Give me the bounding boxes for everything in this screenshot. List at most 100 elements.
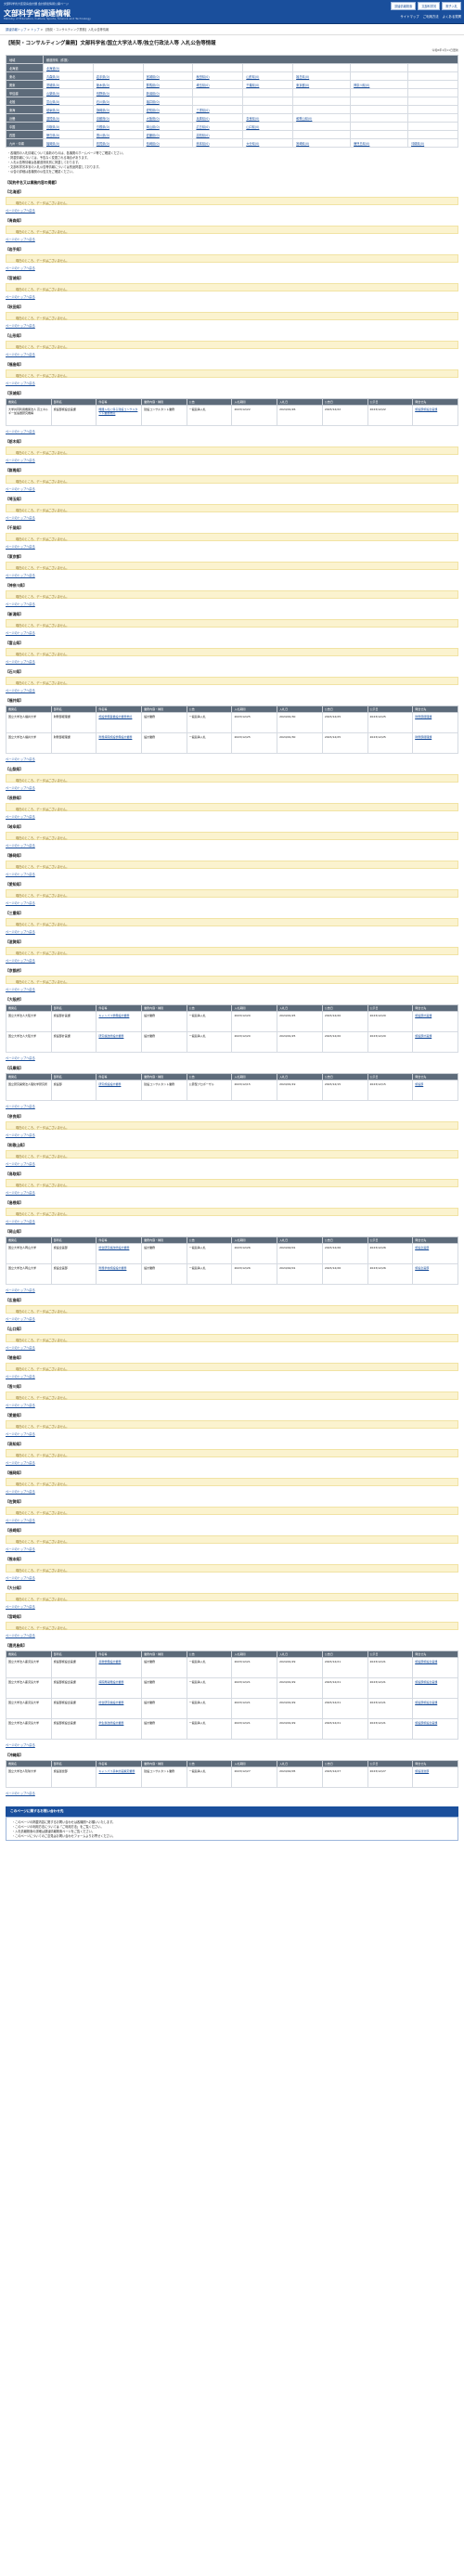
back-to-top-link[interactable]: ページのトップへ戻る — [6, 1518, 458, 1522]
result-link[interactable]: 施設部 — [412, 1080, 458, 1101]
back-to-top-link[interactable]: ページのトップへ戻る — [6, 1190, 458, 1195]
result-link[interactable]: 研究施設設計業務 — [96, 1080, 143, 1101]
result-link[interactable]: 附属病院施設整備設計業務 — [96, 732, 143, 754]
pref-link[interactable]: 島根県(0) — [92, 122, 144, 131]
back-to-top-link[interactable]: ページのトップへ戻る — [6, 757, 458, 761]
pref-link[interactable]: 静岡県(0) — [92, 105, 144, 114]
pref-link[interactable]: 愛媛県(0) — [142, 130, 194, 139]
back-to-top-link[interactable]: ページのトップへ戻る — [6, 486, 458, 491]
back-to-top-link[interactable]: ページのトップへ戻る — [6, 1316, 458, 1321]
back-to-top-link[interactable]: ページのトップへ戻る — [6, 1403, 458, 1407]
result-link[interactable]: 学生寮改修設計業務 — [96, 1718, 143, 1740]
back-to-top-link[interactable]: ページのトップへ戻る — [6, 900, 458, 905]
back-to-top-link[interactable]: ページのトップへ戻る — [6, 659, 458, 664]
result-link[interactable]: 施設企画部 — [412, 1263, 458, 1285]
pref-link[interactable]: 福井県(0) — [142, 97, 194, 106]
back-to-top-link[interactable]: ページのトップへ戻る — [6, 785, 458, 790]
result-link[interactable]: 施設部施設企画課 — [412, 1698, 458, 1719]
pref-link[interactable]: 神奈川県(0) — [350, 80, 409, 89]
nav-sitemap[interactable]: サイトマップ — [400, 14, 419, 19]
pref-link[interactable]: 宮城県(0) — [142, 71, 194, 81]
back-to-top-link[interactable]: ページのトップへ戻る — [6, 208, 458, 213]
result-link[interactable]: 附属学校施設設計業務 — [96, 1263, 143, 1285]
back-to-top-link[interactable]: ページのトップへ戻る — [6, 352, 458, 356]
pref-link[interactable]: 秋田県(0) — [192, 71, 244, 81]
pref-link[interactable]: 新潟県(0) — [142, 88, 194, 97]
pref-link[interactable]: 千葉県(0) — [242, 80, 294, 89]
pref-link[interactable]: 茨城県(0) — [43, 80, 94, 89]
pref-link[interactable]: 岐阜県(0) — [43, 105, 94, 114]
result-link[interactable]: キャンパス基本計画策定業務 — [96, 1767, 143, 1788]
pref-link[interactable]: 長崎県(0) — [142, 138, 194, 148]
back-to-top-link[interactable]: ページのトップへ戻る — [6, 872, 458, 876]
result-link[interactable]: 財務部経理課 — [412, 712, 458, 733]
back-to-top-link[interactable]: ページのトップへ戻る — [6, 1742, 458, 1747]
pref-link[interactable]: 鹿児島県(0) — [350, 138, 409, 148]
search-button[interactable]: 調達情報検索 — [391, 2, 417, 10]
pref-link[interactable]: 香川県(0) — [92, 130, 144, 139]
back-to-top-link[interactable]: ページのトップへ戻る — [6, 237, 458, 241]
result-link[interactable]: 施設部計画課 — [412, 1011, 458, 1032]
result-link[interactable]: 病院再開発設計業務 — [96, 1677, 143, 1699]
back-to-top-link[interactable]: ページのトップへ戻る — [6, 1133, 458, 1137]
result-link[interactable]: 施設部計画課 — [412, 1031, 458, 1053]
breadcrumb-home[interactable]: 調達情報トップ — [6, 28, 26, 32]
back-to-top-link[interactable]: ページのトップへ戻る — [6, 323, 458, 328]
pref-link[interactable]: 群馬県(0) — [142, 80, 194, 89]
back-to-top-link[interactable]: ページのトップへ戻る — [6, 1791, 458, 1795]
pref-link[interactable]: 奈良県(0) — [242, 113, 294, 123]
back-to-top-link[interactable]: ページのトップへ戻る — [6, 458, 458, 462]
back-to-top-link[interactable]: ページのトップへ戻る — [6, 1604, 458, 1609]
back-to-top-link[interactable]: ページのトップへ戻る — [6, 1575, 458, 1580]
pref-link[interactable]: 長野県(0) — [92, 88, 144, 97]
pref-link[interactable]: 大阪府(0) — [142, 113, 194, 123]
back-to-top-link[interactable]: ページのトップへ戻る — [6, 1633, 458, 1638]
back-to-top-link[interactable]: ページのトップへ戻る — [6, 1219, 458, 1223]
result-link[interactable]: 財務部経理課 — [412, 732, 458, 754]
pref-link[interactable]: 佐賀県(0) — [92, 138, 144, 148]
pref-link[interactable]: 東京都(0) — [292, 80, 352, 89]
pref-link[interactable]: 高知県(0) — [192, 130, 244, 139]
pref-link[interactable]: 岩手県(0) — [92, 71, 144, 81]
pref-link[interactable]: 三重県(0) — [192, 105, 244, 114]
pref-link[interactable]: 岡山県(0) — [142, 122, 194, 131]
back-to-top-link[interactable]: ページのトップへ戻る — [6, 381, 458, 385]
pref-link[interactable]: 栃木県(0) — [92, 80, 144, 89]
back-to-top-link[interactable]: ページのトップへ戻る — [6, 1547, 458, 1551]
pref-link[interactable]: 山形県(0) — [242, 71, 294, 81]
back-to-top-link[interactable]: ページのトップへ戻る — [6, 573, 458, 577]
back-to-top-link[interactable]: ページのトップへ戻る — [6, 987, 458, 991]
result-link[interactable]: 施設整備事業設計業務委託 — [96, 712, 143, 733]
result-link[interactable]: 研究棟改修設計業務 — [96, 1031, 143, 1053]
pref-link[interactable]: 山口県(0) — [242, 122, 294, 131]
back-to-top-link[interactable]: ページのトップへ戻る — [6, 929, 458, 934]
pref-link[interactable]: 広島県(0) — [192, 122, 244, 131]
back-to-top-link[interactable]: ページのトップへ戻る — [6, 688, 458, 693]
pref-link[interactable]: 石川県(0) — [92, 97, 144, 106]
pref-link[interactable]: 鳥取県(0) — [43, 122, 94, 131]
back-to-top-link[interactable]: ページのトップへ戻る — [6, 429, 458, 434]
pref-link[interactable]: 和歌山県(0) — [292, 113, 352, 123]
result-link[interactable]: 総合研究棟設計業務 — [96, 1698, 143, 1719]
pref-link[interactable]: 愛知県(0) — [142, 105, 194, 114]
pref-link[interactable]: 兵庫県(0) — [192, 113, 244, 123]
result-link[interactable]: 施設部施設企画課 — [412, 1718, 458, 1740]
pref-link[interactable]: 沖縄県(0) — [407, 138, 458, 148]
back-to-top-link[interactable]: ページのトップへ戻る — [6, 544, 458, 549]
result-link[interactable]: キャンパス整備設計業務 — [96, 1011, 143, 1032]
back-to-top-link[interactable]: ページのトップへ戻る — [6, 1288, 458, 1292]
result-link[interactable]: 総合研究棟改修設計業務 — [96, 1243, 143, 1264]
pref-link[interactable]: 福岡県(0) — [43, 138, 94, 148]
back-to-top-link[interactable]: ページのトップへ戻る — [6, 1345, 458, 1350]
back-to-top-link[interactable]: ページのトップへ戻る — [6, 630, 458, 635]
pref-link[interactable]: 青森県(0) — [43, 71, 94, 81]
result-link[interactable]: 施設運営部 — [412, 1767, 458, 1788]
e-bidding-button[interactable]: 電子入札 — [442, 2, 461, 10]
back-to-top-link[interactable]: ページのトップへ戻る — [6, 958, 458, 963]
mext-link-button[interactable]: 文部科学省 — [418, 2, 441, 10]
back-to-top-link[interactable]: ページのトップへ戻る — [6, 602, 458, 606]
back-to-top-link[interactable]: ページのトップへ戻る — [6, 265, 458, 270]
pref-link[interactable]: 富山県(0) — [43, 97, 94, 106]
pref-link[interactable]: 徳島県(0) — [43, 130, 94, 139]
pref-link[interactable]: 宮崎県(0) — [292, 138, 352, 148]
